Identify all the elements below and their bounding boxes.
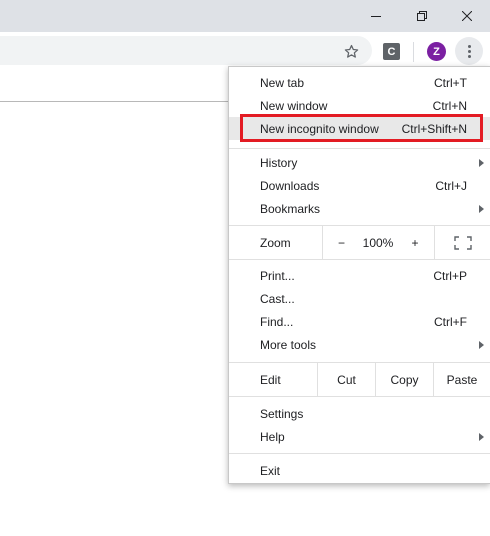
menu-item-new-tab[interactable]: New tab Ctrl+T	[229, 71, 490, 94]
menu-item-label: Downloads	[260, 179, 320, 193]
menu-item-label: Settings	[260, 407, 304, 421]
submenu-arrow-icon	[479, 159, 484, 167]
menu-item-print[interactable]: Print... Ctrl+P	[229, 264, 490, 287]
menu-item-label: Cast...	[260, 292, 295, 306]
menu-item-label: More tools	[260, 338, 317, 352]
menu-item-label: New window	[260, 99, 328, 113]
menu-item-shortcut: Ctrl+J	[435, 179, 467, 193]
extension-label: C	[387, 45, 396, 58]
menu-item-help[interactable]: Help	[229, 425, 490, 448]
menu-row-zoom: Zoom − 100% +	[229, 226, 490, 259]
chrome-menu-button[interactable]	[455, 37, 483, 65]
cut-button[interactable]: Cut	[317, 363, 375, 396]
restore-button[interactable]	[399, 0, 445, 32]
menu-item-label: Bookmarks	[260, 202, 321, 216]
star-icon	[344, 44, 358, 58]
zoom-minus-label: −	[337, 235, 345, 250]
menu-divider	[229, 396, 490, 397]
menu-item-label: Help	[260, 430, 285, 444]
paste-button[interactable]: Paste	[433, 363, 490, 396]
minimize-button[interactable]	[353, 0, 399, 32]
submenu-arrow-icon	[479, 205, 484, 213]
menu-divider	[229, 148, 490, 149]
menu-row-edit: Edit Cut Copy Paste	[229, 363, 490, 396]
menu-divider	[229, 453, 490, 454]
browser-toolbar	[0, 32, 490, 68]
address-bar[interactable]	[0, 36, 372, 65]
paste-label: Paste	[446, 372, 478, 387]
cut-label: Cut	[337, 372, 356, 387]
title-bar	[0, 0, 490, 32]
close-icon	[462, 11, 472, 21]
profile-avatar[interactable]: Z	[427, 42, 446, 61]
menu-item-label: Print...	[260, 269, 295, 283]
toolbar-separator	[413, 42, 414, 62]
menu-item-exit[interactable]: Exit	[229, 459, 490, 482]
menu-item-bookmarks[interactable]: Bookmarks	[229, 197, 490, 220]
menu-item-label: Find...	[260, 315, 294, 329]
menu-item-new-window[interactable]: New window Ctrl+N	[229, 94, 490, 117]
menu-item-shortcut: Ctrl+P	[433, 269, 467, 283]
minimize-icon	[371, 16, 381, 17]
menu-item-find[interactable]: Find... Ctrl+F	[229, 310, 490, 333]
menu-item-shortcut: Ctrl+Shift+N	[401, 122, 467, 136]
zoom-plus-label: +	[411, 235, 419, 250]
restore-icon	[417, 11, 427, 21]
close-button[interactable]	[444, 0, 490, 32]
menu-item-label: New incognito window	[260, 122, 379, 136]
profile-initial: Z	[433, 45, 440, 58]
menu-item-label: New tab	[260, 76, 305, 90]
menu-item-cast[interactable]: Cast...	[229, 287, 490, 310]
zoom-level: 100%	[360, 226, 396, 259]
zoom-out-button[interactable]: −	[322, 226, 360, 259]
copy-label: Copy	[390, 372, 419, 387]
edit-label: Edit	[260, 373, 281, 387]
menu-item-shortcut: Ctrl+T	[434, 76, 467, 90]
menu-item-shortcut: Ctrl+F	[434, 315, 467, 329]
chrome-main-menu: New tab Ctrl+T New window Ctrl+N New inc…	[228, 66, 490, 484]
page-divider	[0, 101, 228, 102]
vertical-dots-icon	[467, 44, 471, 48]
zoom-value: 100%	[362, 235, 394, 250]
menu-item-history[interactable]: History	[229, 151, 490, 174]
menu-item-label: History	[260, 156, 298, 170]
submenu-arrow-icon	[479, 433, 484, 441]
menu-item-label: Exit	[260, 464, 281, 478]
submenu-arrow-icon	[479, 341, 484, 349]
menu-item-settings[interactable]: Settings	[229, 402, 490, 425]
bookmark-star-button[interactable]	[340, 40, 362, 62]
menu-item-shortcut: Ctrl+N	[432, 99, 467, 113]
menu-item-downloads[interactable]: Downloads Ctrl+J	[229, 174, 490, 197]
menu-divider	[229, 259, 490, 260]
fullscreen-icon	[453, 235, 472, 250]
zoom-label: Zoom	[260, 236, 291, 250]
fullscreen-button[interactable]	[434, 226, 490, 259]
copy-button[interactable]: Copy	[375, 363, 433, 396]
extension-button[interactable]: C	[383, 43, 400, 60]
menu-item-new-incognito-window[interactable]: New incognito window Ctrl+Shift+N	[229, 117, 490, 140]
zoom-in-button[interactable]: +	[396, 226, 434, 259]
menu-item-more-tools[interactable]: More tools	[229, 333, 490, 356]
